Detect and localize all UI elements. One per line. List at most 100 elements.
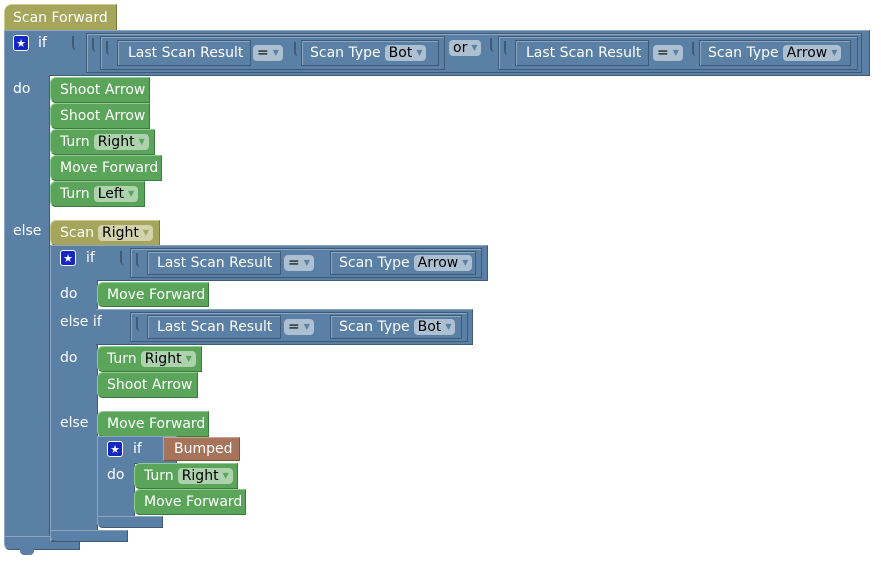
scan-forward-label: Scan Forward: [13, 10, 108, 26]
direction-value: Left: [97, 186, 125, 202]
scan-type-dropdown[interactable]: Bot ▼: [384, 45, 427, 61]
scan-forward-block[interactable]: Scan Forward: [4, 4, 117, 31]
inner-if-label: if: [86, 250, 95, 266]
dropdown-arrow-icon: ▼: [831, 48, 838, 57]
scan-type-label: Scan Type Arrow ▼: [708, 44, 842, 62]
scan-type-block[interactable]: Scan Type Arrow ▼: [330, 251, 476, 275]
shoot-arrow-block[interactable]: Shoot Arrow: [50, 103, 150, 129]
block-label: Move Forward: [60, 160, 159, 176]
operator-dropdown[interactable]: = ▼: [284, 255, 314, 271]
main-do-label: do: [13, 81, 31, 97]
main-if-notch: [20, 549, 34, 555]
dropdown-arrow-icon: ▼: [185, 354, 192, 363]
block-label: Shoot Arrow: [60, 108, 146, 124]
direction-value: Right: [181, 468, 219, 484]
inner-do2-label: do: [60, 350, 78, 366]
move-forward-block[interactable]: Move Forward: [134, 489, 246, 515]
turn-text: Turn: [60, 186, 90, 202]
block-label: Turn Right ▼: [60, 133, 149, 151]
scan-type-dropdown[interactable]: Arrow ▼: [413, 255, 473, 271]
scan-type-block[interactable]: Scan Type Arrow ▼: [699, 40, 851, 66]
direction-dropdown[interactable]: Right ▼: [93, 134, 149, 150]
puzzle-connector: [136, 317, 144, 331]
dropdown-arrow-icon: ▼: [672, 48, 679, 57]
dropdown-arrow-icon: ▼: [471, 43, 478, 52]
last-scan-result-block[interactable]: Last Scan Result: [117, 40, 251, 66]
turn-text: Turn: [144, 468, 174, 484]
scan-type-text: Scan Type: [310, 45, 381, 61]
shoot-arrow-block[interactable]: Shoot Arrow: [50, 77, 150, 103]
puzzle-connector: [92, 38, 100, 52]
scan-type-block[interactable]: Scan Type Bot ▼: [301, 40, 439, 66]
shoot-arrow-block[interactable]: Shoot Arrow: [97, 372, 198, 398]
operator-value: =: [257, 45, 269, 61]
nested-if-label: if: [133, 441, 142, 457]
main-else-label: else: [13, 223, 42, 239]
direction-dropdown[interactable]: Right ▼: [140, 351, 196, 367]
turn-block[interactable]: Turn Left ▼: [50, 181, 145, 207]
puzzle-connector: [120, 251, 128, 265]
scan-type-value: Arrow: [786, 45, 828, 61]
block-label: Shoot Arrow: [107, 377, 193, 393]
scan-block[interactable]: Scan Right ▼: [50, 220, 160, 246]
nested-if-bottom: [97, 516, 163, 528]
scan-type-dropdown[interactable]: Arrow ▼: [782, 45, 842, 61]
last-scan-result-label: Last Scan Result: [128, 45, 244, 61]
operator-value: =: [657, 45, 669, 61]
scan-direction-dropdown[interactable]: Right ▼: [98, 225, 154, 241]
operator-value: =: [288, 319, 300, 335]
inner-else-if-label: else if: [60, 314, 102, 330]
move-forward-block[interactable]: Move Forward: [97, 411, 209, 437]
dropdown-arrow-icon: ▼: [445, 322, 452, 331]
operator-dropdown[interactable]: = ▼: [253, 45, 283, 61]
mutator-star-icon[interactable]: ★: [60, 250, 76, 266]
dropdown-arrow-icon: ▼: [303, 322, 310, 331]
last-scan-result-block[interactable]: Last Scan Result: [515, 40, 649, 66]
inner-if-bottom: [50, 530, 128, 542]
block-label: Turn Right ▼: [144, 467, 233, 485]
block-label: Move Forward: [107, 287, 206, 303]
block-label: Turn Right ▼: [107, 350, 196, 368]
last-scan-result-block[interactable]: Last Scan Result: [147, 315, 281, 339]
direction-value: Right: [144, 351, 182, 367]
scan-type-value: Bot: [388, 45, 413, 61]
mutator-star-icon[interactable]: ★: [13, 35, 29, 51]
last-scan-result-label: Last Scan Result: [157, 319, 273, 335]
scan-type-label: Scan Type Arrow ▼: [339, 254, 473, 272]
operator-dropdown[interactable]: = ▼: [653, 45, 683, 61]
last-scan-result-block[interactable]: Last Scan Result: [147, 251, 281, 275]
turn-block[interactable]: Turn Right ▼: [50, 129, 155, 155]
move-forward-block[interactable]: Move Forward: [97, 282, 209, 307]
turn-block[interactable]: Turn Right ▼: [134, 463, 238, 489]
dropdown-arrow-icon: ▼: [142, 228, 150, 237]
block-label: Scan Right ▼: [60, 224, 154, 242]
last-scan-result-label: Last Scan Result: [157, 255, 273, 271]
bumped-sensor-block[interactable]: Bumped: [163, 437, 240, 461]
scan-type-label: Scan Type Bot ▼: [310, 44, 427, 62]
direction-dropdown[interactable]: Right ▼: [177, 468, 233, 484]
dropdown-arrow-icon: ▼: [128, 189, 135, 198]
turn-block[interactable]: Turn Right ▼: [97, 346, 202, 372]
scan-text: Scan: [60, 225, 95, 241]
nested-do-label: do: [107, 467, 125, 483]
mutator-star-icon[interactable]: ★: [107, 441, 123, 457]
scan-type-value: Bot: [417, 319, 442, 335]
block-label: Move Forward: [107, 416, 206, 432]
scan-type-block[interactable]: Scan Type Bot ▼: [330, 315, 462, 339]
dropdown-arrow-icon: ▼: [303, 258, 310, 267]
operator-dropdown[interactable]: = ▼: [284, 319, 314, 335]
block-label: Move Forward: [144, 494, 243, 510]
puzzle-connector: [72, 36, 80, 50]
dropdown-arrow-icon: ▼: [138, 137, 145, 146]
puzzle-connector: [106, 41, 114, 55]
direction-dropdown[interactable]: Left ▼: [93, 186, 139, 202]
main-if-label: if: [38, 35, 47, 51]
move-forward-block[interactable]: Move Forward: [50, 155, 162, 181]
scan-type-text: Scan Type: [339, 319, 410, 335]
last-scan-result-label: Last Scan Result: [526, 45, 642, 61]
turn-text: Turn: [107, 351, 137, 367]
scan-type-dropdown[interactable]: Bot ▼: [413, 319, 456, 335]
or-dropdown[interactable]: or ▼: [449, 40, 482, 56]
direction-value: Right: [97, 134, 135, 150]
puzzle-connector: [504, 41, 512, 55]
